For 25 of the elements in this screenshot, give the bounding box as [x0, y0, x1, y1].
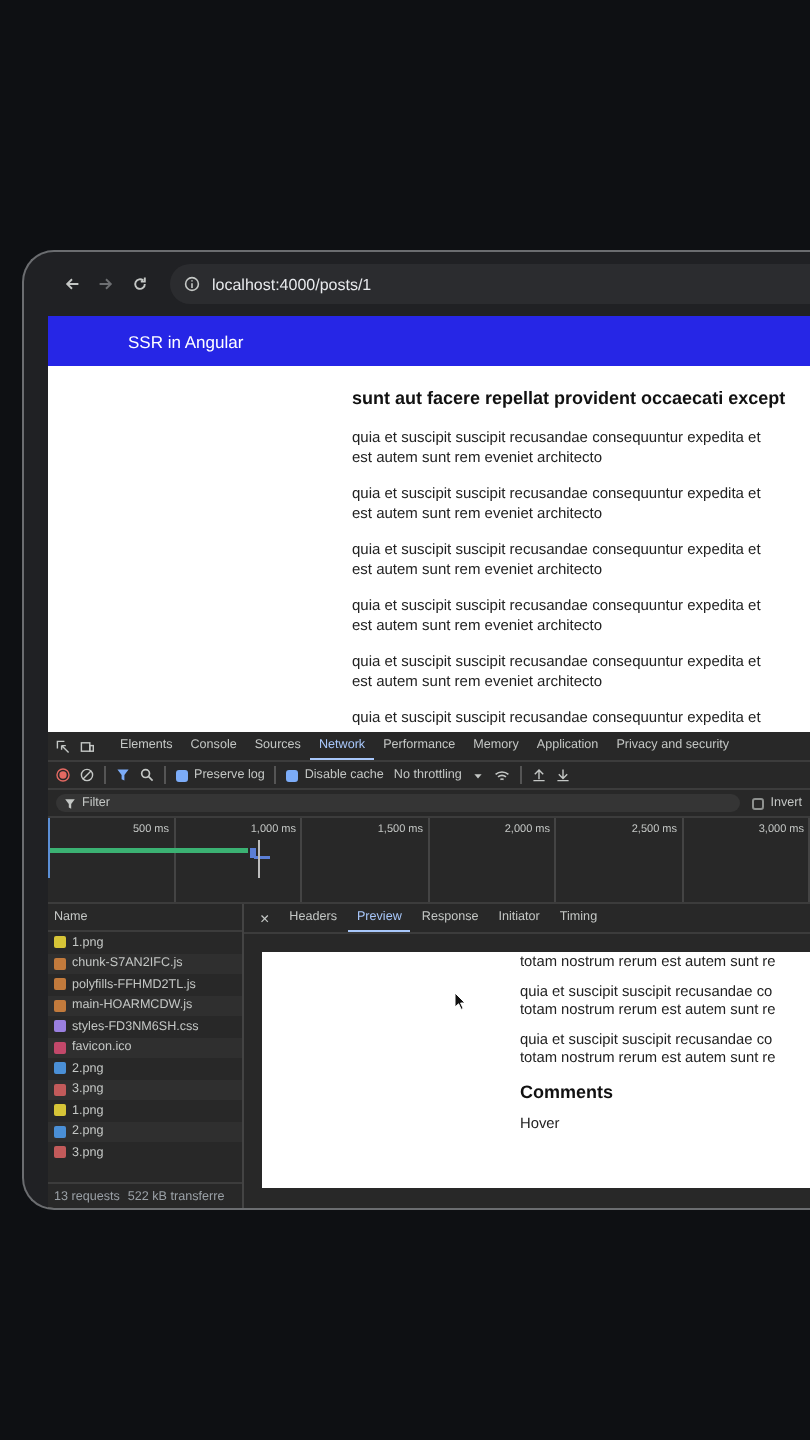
search-icon[interactable] — [140, 768, 154, 782]
download-icon[interactable] — [555, 768, 570, 782]
close-button[interactable]: × — [252, 904, 278, 932]
post-title: sunt aut facere repellat provident occaecati except — [352, 388, 788, 408]
device-icon[interactable] — [80, 739, 94, 753]
brand-title: SSR in Angular — [128, 331, 244, 351]
cursor-icon — [454, 992, 466, 1010]
filter-icon[interactable] — [116, 768, 130, 782]
upload-icon[interactable] — [531, 768, 546, 782]
checkbox[interactable] — [286, 769, 299, 781]
preview-heading: Comments — [520, 1082, 616, 1102]
filter-icon — [64, 797, 76, 809]
back-arrow-icon[interactable] — [64, 276, 80, 292]
info-icon — [184, 276, 200, 292]
caret-icon[interactable] — [471, 769, 484, 781]
forward-arrow-icon[interactable] — [98, 276, 114, 292]
url-text: localhost:4000/posts/1 — [212, 275, 372, 293]
address-bar[interactable]: localhost:4000/posts/1 — [170, 264, 810, 304]
checkbox[interactable] — [176, 769, 188, 781]
checkbox[interactable] — [752, 797, 765, 809]
reload-icon[interactable] — [132, 276, 148, 292]
record-icon[interactable] — [56, 768, 70, 782]
inspect-icon[interactable] — [56, 739, 70, 753]
clear-icon[interactable] — [80, 768, 94, 782]
wifi-icon[interactable] — [493, 767, 510, 783]
